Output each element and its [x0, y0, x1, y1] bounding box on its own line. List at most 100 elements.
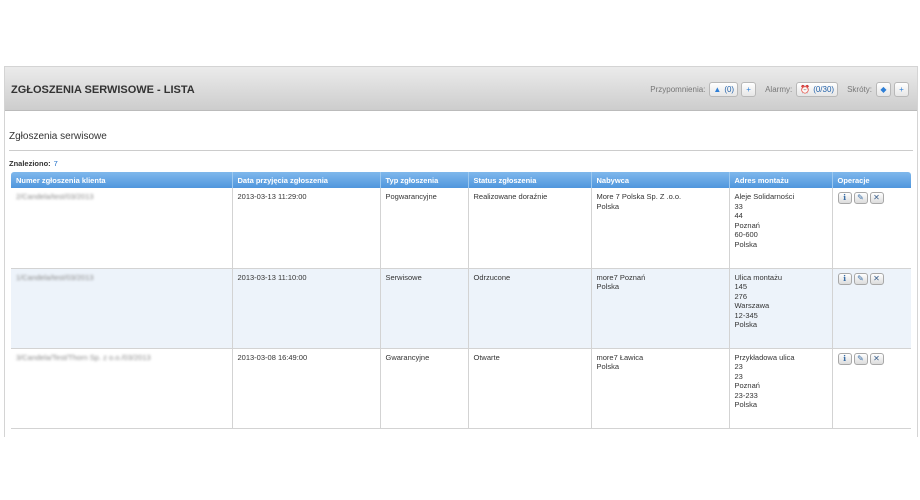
close-icon: ✕ [873, 193, 880, 202]
address-apartment: 276 [734, 291, 748, 301]
address-building: 23 [734, 362, 743, 371]
cell-address: Przykładowa ulica 23 23 Poznań 23-233 Po… [729, 348, 833, 429]
pencil-icon: ✎ [857, 193, 864, 202]
buyer-country: Polska [596, 282, 620, 291]
section-title: Zgłoszenia serwisowe [9, 131, 107, 142]
cell-address: Ulica montażu 145 276 Warszawa 12-345 Po… [729, 268, 833, 349]
buyer-name: more7 Ławica [596, 352, 644, 362]
cell-address: Aleje Solidarności 33 44 Poznań 60-600 P… [729, 188, 833, 269]
delete-button[interactable]: ✕ [869, 272, 884, 285]
page-title: ZGŁOSZENIA SERWISOWE - LISTA [11, 84, 195, 96]
details-button[interactable]: ℹ [837, 352, 852, 365]
plus-icon: + [899, 85, 904, 94]
cell-status: Otwarte [468, 348, 592, 429]
buyer-country: Polska [596, 201, 620, 211]
details-button[interactable]: ℹ [837, 192, 852, 204]
delete-button[interactable]: ✕ [869, 352, 884, 365]
address-country: Polska [734, 320, 758, 329]
results-count: Znaleziono: 7 [9, 159, 58, 168]
cell-number[interactable]: 3/Candela/Test/Thorn Sp. z o.o./03/2013 [11, 348, 233, 429]
close-icon: ✕ [873, 273, 880, 283]
info-icon: ℹ [842, 353, 847, 363]
buyer-name: more7 Poznań [596, 272, 646, 282]
row-operations: ℹ ✎ ✕ [837, 272, 907, 285]
cell-status: Realizowane doraźnie [468, 188, 592, 269]
reminders-button[interactable]: ▲ (0) [709, 82, 739, 97]
service-requests-table: Numer zgłoszenia klienta Data przyjęcia … [11, 172, 911, 429]
table-header-row: Numer zgłoszenia klienta Data przyjęcia … [11, 172, 911, 188]
address-city: Poznań [734, 381, 760, 390]
alarm-clock-icon: ⏰ [800, 85, 811, 94]
address-country: Polska [734, 400, 758, 409]
cell-number[interactable]: 2/Candela/test/03/2013 [11, 188, 233, 269]
cell-date: 2013-03-08 16:49:00 [232, 348, 381, 429]
request-number-link[interactable]: 3/Candela/Test/Thorn Sp. z o.o./03/2013 [16, 353, 151, 362]
found-count: 7 [53, 159, 58, 168]
reminders-label: Przypomnienia: [650, 85, 706, 94]
address-apartment: 23 [734, 371, 743, 381]
row-operations: ℹ ✎ ✕ [837, 352, 907, 365]
column-header-status[interactable]: Status zgłoszenia [468, 172, 592, 188]
alarms-count: (0/30) [813, 85, 835, 94]
alarms-button[interactable]: ⏰ (0/30) [796, 82, 839, 97]
add-shortcut-button[interactable]: + [894, 82, 909, 97]
cell-type: Gwarancyjne [380, 348, 469, 429]
cell-type: Pogwarancyjne [380, 188, 469, 269]
reminders-count: (0) [724, 85, 735, 94]
top-bar: ZGŁOSZENIA SERWISOWE - LISTA Przypomnien… [5, 67, 917, 111]
info-icon: ℹ [842, 273, 847, 283]
address-city: Poznań [734, 220, 760, 230]
delete-button[interactable]: ✕ [869, 192, 884, 204]
cell-number[interactable]: 1/Candela/test/03/2013 [11, 268, 233, 349]
cell-date: 2013-03-13 11:10:00 [232, 268, 381, 349]
column-header-type[interactable]: Typ zgłoszenia [380, 172, 469, 188]
bell-icon: ▲ [713, 85, 722, 94]
address-building: 145 [734, 282, 748, 291]
cell-date: 2013-03-13 11:29:00 [232, 188, 381, 269]
pencil-icon: ✎ [857, 273, 864, 283]
edit-button[interactable]: ✎ [853, 192, 868, 204]
address-apartment: 44 [734, 211, 743, 220]
shortcuts-button[interactable]: ◆ [876, 82, 891, 97]
toolbar: Przypomnienia: ▲ (0) + Alarmy: ⏰ (0/30) … [644, 82, 909, 97]
cell-operations: ℹ ✎ ✕ [832, 188, 911, 269]
section-header: Zgłoszenia serwisowe [9, 131, 913, 151]
add-reminder-button[interactable]: + [741, 82, 757, 97]
column-header-number[interactable]: Numer zgłoszenia klienta [11, 172, 233, 188]
column-header-operations: Operacje [832, 172, 911, 188]
buyer-name: More 7 Polska Sp. Z .o.o. [596, 192, 682, 201]
page-frame: ZGŁOSZENIA SERWISOWE - LISTA Przypomnien… [4, 66, 918, 437]
details-button[interactable]: ℹ [837, 272, 852, 285]
edit-button[interactable]: ✎ [853, 272, 868, 285]
row-operations: ℹ ✎ ✕ [837, 192, 907, 204]
address-street: Aleje Solidarności [734, 192, 795, 201]
address-street: Ulica montażu [734, 272, 783, 282]
edit-button[interactable]: ✎ [853, 352, 868, 365]
address-postcode: 60-600 [734, 230, 758, 239]
request-number-link[interactable]: 2/Candela/test/03/2013 [16, 192, 94, 201]
address-postcode: 12-345 [734, 310, 758, 320]
info-icon: ℹ [842, 193, 847, 202]
found-label: Znaleziono: [9, 159, 51, 168]
buyer-country: Polska [596, 362, 620, 371]
table-row[interactable]: 1/Candela/test/03/2013 2013-03-13 11:10:… [11, 268, 911, 349]
plus-icon: + [746, 85, 751, 94]
bookmark-icon: ◆ [880, 85, 887, 94]
address-street: Przykładowa ulica [734, 352, 795, 362]
cell-status: Odrzucone [468, 268, 592, 349]
cell-buyer: more7 Poznań Polska [591, 268, 730, 349]
cell-buyer: more7 Ławica Polska [591, 348, 730, 429]
column-header-address[interactable]: Adres montażu [729, 172, 833, 188]
table-row[interactable]: 3/Candela/Test/Thorn Sp. z o.o./03/2013 … [11, 348, 911, 429]
cell-buyer: More 7 Polska Sp. Z .o.o. Polska [591, 188, 730, 269]
address-country: Polska [734, 239, 758, 249]
pencil-icon: ✎ [857, 353, 864, 363]
alarms-label: Alarmy: [765, 85, 793, 94]
address-city: Warszawa [734, 301, 770, 310]
table-row[interactable]: 2/Candela/test/03/2013 2013-03-13 11:29:… [11, 188, 911, 269]
column-header-date[interactable]: Data przyjęcia zgłoszenia [232, 172, 381, 188]
request-number-link[interactable]: 1/Candela/test/03/2013 [16, 273, 94, 282]
column-header-buyer[interactable]: Nabywca [591, 172, 730, 188]
address-building: 33 [734, 201, 743, 211]
cell-operations: ℹ ✎ ✕ [832, 268, 911, 349]
